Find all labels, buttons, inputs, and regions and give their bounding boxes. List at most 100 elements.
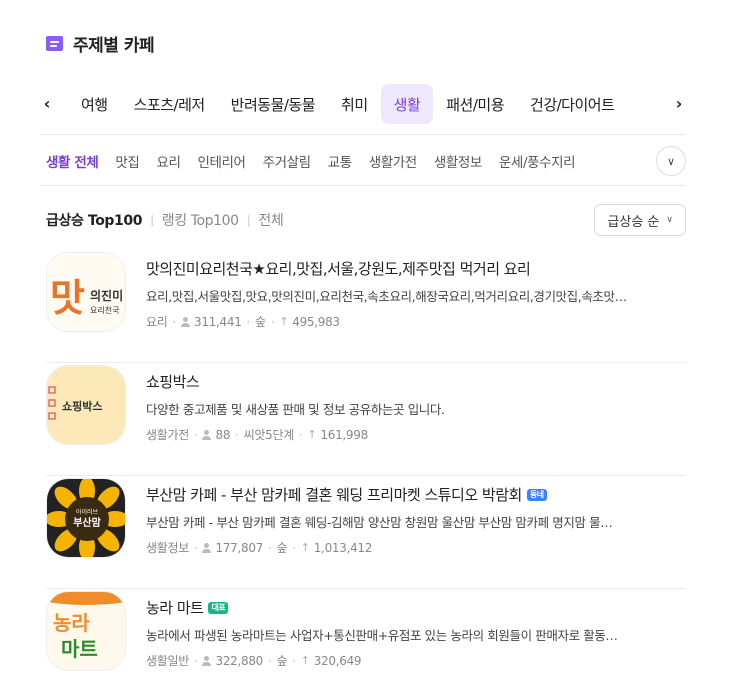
cafe-name-text: 쇼핑박스 [146, 373, 200, 391]
tab-category-hobby[interactable]: 취미 [328, 84, 381, 124]
cafe-thumbnail[interactable]: 아이러브 부산맘 [46, 478, 126, 558]
cafe-meta: 생활정보 · 177,807 · 숲 · ↑ 1,013,412 [146, 539, 686, 556]
tab-subcategory-all[interactable]: 생활 전체 [46, 146, 99, 176]
cafe-level: 숲 [276, 541, 288, 555]
separator: · [193, 540, 198, 555]
divider [40, 134, 686, 135]
cafe-item[interactable]: 쇼핑박스 쇼핑박스 다양한 중고제품 및 새상품 판매 및 정보 공유하는곳 입… [46, 363, 686, 476]
arrow-up-icon: ↑ [279, 315, 289, 328]
cafe-thumbnail[interactable]: 농라 마트 [46, 591, 126, 671]
cafe-info: 쇼핑박스 다양한 중고제품 및 새상품 판매 및 정보 공유하는곳 입니다. 생… [146, 371, 686, 443]
tab-category-pets[interactable]: 반려동물/동물 [218, 84, 328, 124]
member-icon [202, 655, 212, 666]
tab-rising-top100[interactable]: 급상승 Top100 [46, 210, 142, 230]
rank-value: 495,983 [292, 314, 340, 329]
separator: · [270, 314, 275, 329]
cafe-level: 씨앗5단계 [243, 428, 295, 442]
cafe-name-text: 농라 마트 [146, 599, 204, 617]
cafe-level: 숲 [255, 315, 266, 329]
member-count: 177,807 [215, 540, 264, 555]
logo-mark: 요리천국 [90, 305, 119, 315]
tab-category-sports[interactable]: 스포츠/레저 [121, 84, 218, 124]
tab-subcategory-housing[interactable]: 주거살림 [263, 146, 311, 176]
page-title: 주제별 카페 [73, 35, 155, 56]
chevron-down-icon: ∨ [666, 215, 673, 225]
rank-value: 320,649 [313, 653, 362, 668]
category-list: 여행 스포츠/레저 반려동물/동물 취미 생활 패션/미용 건강/다이어트 [68, 83, 670, 125]
separator: · [292, 653, 296, 668]
tab-all[interactable]: 전체 [258, 210, 283, 230]
cafe-category: 생활일반 [146, 654, 189, 668]
member-icon [202, 429, 212, 440]
separator: · [193, 653, 198, 668]
tab-subcategory-cooking[interactable]: 요리 [156, 146, 180, 176]
tab-subcategory-interior[interactable]: 인테리어 [197, 146, 245, 176]
cafe-description: 요리,맛집,서울맛집,맛요,맛의진미,요리천국,속초요리,해장국요리,먹거리요리… [146, 289, 627, 304]
cafe-name-text: 부산맘 카페 - 부산 맘카페 결혼 웨딩 프리마켓 스튜디오 박람회 [146, 486, 522, 504]
subcategory-tabs: 생활 전체 맛집 요리 인테리어 주거살림 교통 생활가전 생활정보 운세/풍수… [46, 146, 686, 176]
cafe-name[interactable]: 맛의진미요리천국★요리,맛집,서울,강원도,제주맛집 먹거리 요리 [146, 258, 686, 279]
tab-subcategory-restaurants[interactable]: 맛집 [115, 146, 139, 176]
arrow-up-icon: ↑ [300, 541, 310, 554]
tab-subcategory-traffic[interactable]: 교통 [328, 146, 352, 176]
category-prev-icon[interactable]: ‹ [40, 93, 54, 113]
cafe-info: 농라 마트 대표 농라에서 파생된 농라마트는 사업자+통신판매+유점포 있는 … [146, 597, 686, 669]
cafe-item[interactable]: 아이러브 부산맘 부산맘 카페 - 부산 맘카페 결혼 웨딩 프리마켓 스튜디오… [46, 476, 686, 589]
tab-subcategory-info[interactable]: 생활정보 [434, 146, 482, 176]
cafe-item[interactable]: 농라 마트 농라 마트 대표 농라에서 파생된 농라마트는 사업자+통신판매+유… [46, 589, 686, 682]
logo-mark: 쇼핑박스 [62, 399, 102, 413]
logo-mark: 맛 [50, 276, 85, 320]
cafe-name-text: 맛의진미요리천국★요리,맛집,서울,강원도,제주맛집 먹거리 요리 [146, 260, 531, 278]
cafe-list: 맛 의진미 요리천국 맛의진미요리천국★요리,맛집,서울,강원도,제주맛집 먹거… [46, 250, 686, 682]
cafe-name[interactable]: 쇼핑박스 [146, 371, 686, 392]
member-icon [181, 316, 190, 327]
cafe-category: 요리 [146, 315, 168, 329]
tab-ranking-top100[interactable]: 랭킹 Top100 [162, 210, 239, 230]
cafe-category: 생활정보 [146, 541, 189, 555]
category-next-icon[interactable]: › [672, 93, 686, 113]
logo-mark: 아이러브 [76, 508, 99, 516]
cafe-description: 부산맘 카페 - 부산 맘카페 결혼 웨딩-김해맘 양산맘 창원맘 울산맘 부산… [146, 515, 613, 530]
cafe-meta: 요리 · 311,441 · 숲 · ↑ 495,983 [146, 313, 686, 330]
separator: · [235, 427, 239, 442]
rank-value: 1,013,412 [313, 540, 373, 555]
rank-value: 161,998 [320, 427, 368, 442]
cafe-thumbnail[interactable]: 쇼핑박스 [46, 365, 126, 445]
arrow-up-icon: ↑ [307, 428, 317, 441]
ranking-bar: 급상승 Top100 | 랭킹 Top100 | 전체 급상승 순 ∨ [46, 204, 686, 236]
logo-mark: 부산맘 [73, 516, 101, 529]
member-icon [202, 542, 212, 553]
arrow-up-icon: ↑ [300, 654, 310, 667]
separator: · [268, 653, 272, 668]
tab-subcategory-appliances[interactable]: 생활가전 [369, 146, 417, 176]
cafe-info: 맛의진미요리천국★요리,맛집,서울,강원도,제주맛집 먹거리 요리 요리,맛집,… [146, 258, 686, 330]
tab-category-health[interactable]: 건강/다이어트 [517, 84, 627, 124]
cafe-name[interactable]: 부산맘 카페 - 부산 맘카페 결혼 웨딩 프리마켓 스튜디오 박람회 동네 [146, 484, 686, 505]
ranking-tabs: 급상승 Top100 | 랭킹 Top100 | 전체 [46, 210, 594, 230]
member-count: 322,880 [215, 653, 264, 668]
logo-mark: 의진미 [90, 288, 123, 303]
cafe-level: 숲 [276, 654, 288, 668]
cafe-logo-icon: 쇼핑박스 [47, 366, 125, 444]
cafe-logo-icon: 맛 의진미 요리천국 [47, 253, 125, 331]
cafe-description: 농라에서 파생된 농라마트는 사업자+통신판매+유점포 있는 농라의 회원들이 … [146, 628, 618, 643]
cafe-name[interactable]: 농라 마트 대표 [146, 597, 686, 618]
cafe-meta: 생활가전 · 88 · 씨앗5단계 · ↑ 161,998 [146, 426, 686, 443]
category-tabs: ‹ 여행 스포츠/레저 반려동물/동물 취미 생활 패션/미용 건강/다이어트 … [40, 83, 686, 125]
cafe-meta: 생활일반 · 322,880 · 숲 · ↑ 320,649 [146, 652, 686, 669]
subcategory-list: 생활 전체 맛집 요리 인테리어 주거살림 교통 생활가전 생활정보 운세/풍수… [46, 146, 648, 176]
tab-category-fashion[interactable]: 패션/미용 [433, 84, 517, 124]
cafe-item[interactable]: 맛 의진미 요리천국 맛의진미요리천국★요리,맛집,서울,강원도,제주맛집 먹거… [46, 250, 686, 363]
cafe-logo-icon: 농라 마트 [47, 592, 125, 670]
tab-category-travel[interactable]: 여행 [68, 84, 121, 124]
document-icon [46, 35, 63, 51]
tab-subcategory-fortune[interactable]: 운세/풍수지리 [499, 146, 576, 176]
separator: · [292, 540, 296, 555]
tab-category-life[interactable]: 생활 [380, 84, 434, 124]
neighborhood-badge: 동네 [526, 488, 547, 501]
representative-badge: 대표 [208, 601, 229, 614]
separator: | [150, 213, 154, 227]
chevron-down-icon[interactable]: ∨ [656, 146, 686, 176]
cafe-thumbnail[interactable]: 맛 의진미 요리천국 [46, 252, 126, 332]
sort-dropdown[interactable]: 급상승 순 ∨ [594, 204, 686, 236]
